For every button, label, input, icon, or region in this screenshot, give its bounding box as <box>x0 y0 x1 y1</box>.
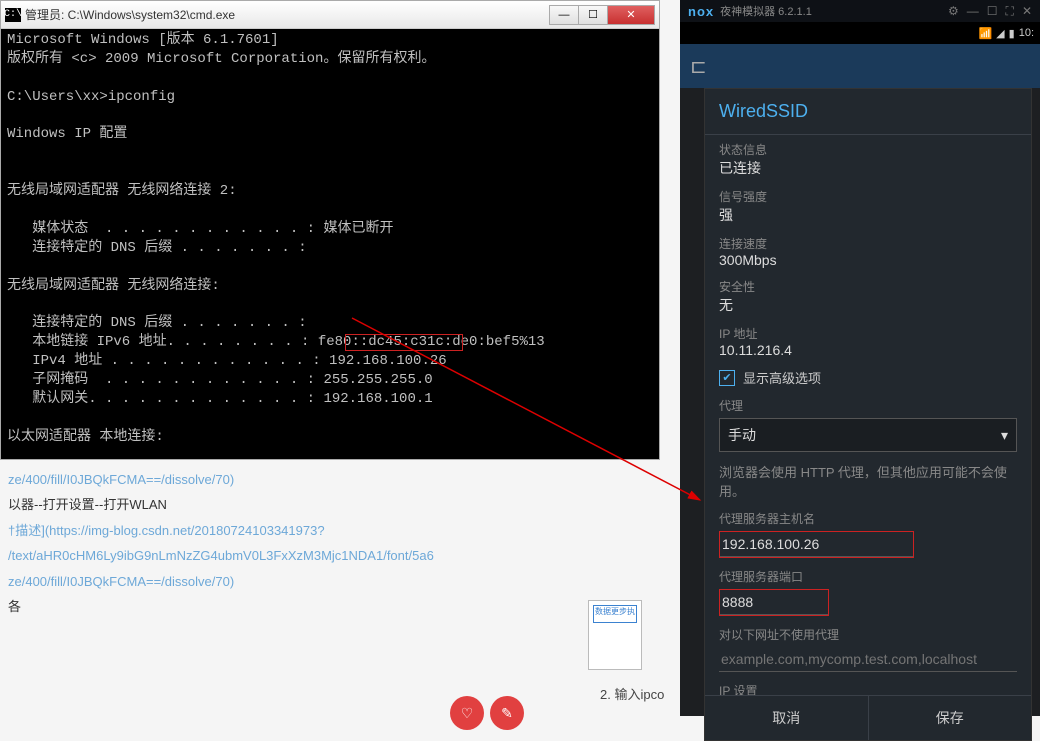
cmd-output: Microsoft Windows [版本 6.1.7601] 版权所有 <c>… <box>1 29 659 459</box>
background-article: ze/400/fill/I0JBQkFCMA==/dissolve/70) 以器… <box>0 460 660 628</box>
proxy-hint: 浏览器会使用 HTTP 代理，但其他应用可能不会使用。 <box>719 462 1017 500</box>
proxy-host-input[interactable] <box>720 532 913 557</box>
android-header: ⊏ <box>680 44 1040 88</box>
cancel-button[interactable]: 取消 <box>705 696 868 740</box>
nox-title: 夜神模拟器 6.2.1.1 <box>720 3 940 19</box>
speed-label: 连接速度 <box>719 235 1017 252</box>
dialog-title: WiredSSID <box>705 89 1031 135</box>
bypass-label: 对以下网址不使用代理 <box>719 626 1017 643</box>
ipset-label: IP 设置 <box>719 682 1017 695</box>
close-button[interactable]: ✕ <box>607 5 655 25</box>
comment-button[interactable]: ✎ <box>490 696 524 730</box>
minimize-button[interactable]: — <box>549 5 579 25</box>
bypass-input[interactable] <box>719 647 1017 672</box>
port-label: 代理服务器端口 <box>719 568 1017 585</box>
cmd-icon: C:\ <box>5 8 21 22</box>
wifi-settings-dialog: WiredSSID 状态信息已连接 信号强度强 连接速度300Mbps 安全性无… <box>704 88 1032 741</box>
security-value: 无 <box>719 295 1017 315</box>
speed-value: 300Mbps <box>719 252 1017 268</box>
advanced-checkbox-row[interactable]: ✔ 显示高级选项 <box>719 368 1017 387</box>
cmd-window: C:\ 管理员: C:\Windows\system32\cmd.exe — ☐… <box>0 0 660 460</box>
maximize-button[interactable]: ☐ <box>578 5 608 25</box>
signal-label: 信号强度 <box>719 188 1017 205</box>
ip-highlight-box <box>345 334 463 351</box>
nox-titlebar[interactable]: nox 夜神模拟器 6.2.1.1 ⚙ — ☐ ⛶ ✕ <box>680 0 1040 22</box>
cmd-title: 管理员: C:\Windows\system32\cmd.exe <box>25 6 550 23</box>
floating-buttons: ♡ ✎ <box>450 696 524 730</box>
fullscreen-icon[interactable]: ⛶ <box>1006 4 1014 19</box>
ip-value: 10.11.216.4 <box>719 342 1017 358</box>
settings-icon[interactable]: ⚙ <box>948 4 959 18</box>
bg-line: ze/400/fill/I0JBQkFCMA==/dissolve/70) <box>8 468 652 491</box>
bg-line: 以器--打开设置--打开WLAN <box>8 493 652 516</box>
cmd-titlebar[interactable]: C:\ 管理员: C:\Windows\system32\cmd.exe — ☐… <box>1 1 659 29</box>
checkbox-icon[interactable]: ✔ <box>719 370 735 386</box>
signal-icon: ◢ <box>996 27 1004 40</box>
bg-line: 各 <box>8 595 652 618</box>
maximize-icon[interactable]: ☐ <box>987 4 998 18</box>
proxy-port-input[interactable] <box>720 590 828 615</box>
status-time: 10: <box>1019 27 1034 39</box>
bg-line: †描述](https://img-blog.csdn.net/201807241… <box>8 519 652 542</box>
like-button[interactable]: ♡ <box>450 696 484 730</box>
nox-logo: nox <box>688 4 714 19</box>
back-icon[interactable]: ⊏ <box>690 54 707 79</box>
step-caption: 2. 输入ipco <box>600 684 664 703</box>
android-status-bar: 📶 ◢ ▮ 10: <box>680 22 1040 44</box>
security-label: 安全性 <box>719 278 1017 295</box>
host-label: 代理服务器主机名 <box>719 510 1017 527</box>
thumbnail[interactable]: 数据更步执 <box>588 600 642 670</box>
thumb-label: 数据更步执 <box>593 605 637 623</box>
status-value: 已连接 <box>719 158 1017 178</box>
status-label: 状态信息 <box>719 141 1017 158</box>
proxy-label: 代理 <box>719 397 1017 414</box>
wifi-icon: 📶 <box>978 27 992 40</box>
nox-emulator-window: nox 夜神模拟器 6.2.1.1 ⚙ — ☐ ⛶ ✕ 📶 ◢ ▮ 10: ⊏ … <box>680 0 1040 716</box>
close-icon[interactable]: ✕ <box>1022 4 1032 18</box>
battery-icon: ▮ <box>1009 27 1015 40</box>
bg-line: /text/aHR0cHM6Ly9ibG9nLmNzZG4ubmV0L3FxXz… <box>8 544 652 567</box>
advanced-label: 显示高级选项 <box>743 368 821 387</box>
proxy-select[interactable]: 手动▾ <box>719 418 1017 452</box>
minimize-icon[interactable]: — <box>967 4 979 18</box>
chevron-down-icon: ▾ <box>1001 427 1008 444</box>
bg-line: ze/400/fill/I0JBQkFCMA==/dissolve/70) <box>8 570 652 593</box>
signal-value: 强 <box>719 205 1017 225</box>
save-button[interactable]: 保存 <box>868 696 1032 740</box>
ip-label: IP 地址 <box>719 325 1017 342</box>
